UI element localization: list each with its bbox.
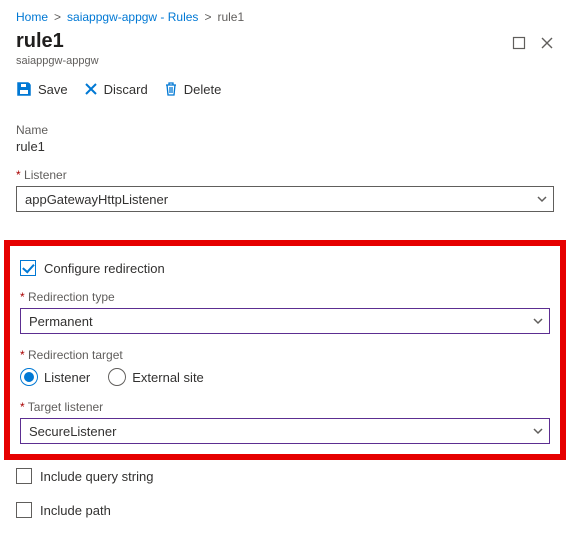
breadcrumb-separator: > — [54, 10, 61, 24]
chevron-down-icon — [533, 426, 543, 436]
target-external-radio[interactable]: External site — [108, 368, 204, 386]
discard-icon — [84, 82, 98, 96]
page-title: rule1 — [16, 30, 99, 53]
toolbar: Save Discard Delete — [0, 67, 570, 107]
redirection-section: Configure redirection Redirection type P… — [4, 240, 566, 460]
listener-select[interactable]: appGatewayHttpListener — [16, 186, 554, 212]
listener-select-value: appGatewayHttpListener — [25, 192, 168, 207]
delete-label: Delete — [184, 82, 222, 97]
name-label: Name — [16, 123, 554, 137]
breadcrumb-parent[interactable]: saiappgw-appgw - Rules — [67, 10, 198, 24]
target-listener-radio-label: Listener — [44, 370, 90, 385]
save-label: Save — [38, 82, 68, 97]
radio-dot-icon — [108, 368, 126, 386]
include-path-label: Include path — [40, 503, 111, 518]
redirection-target-label: Redirection target — [20, 348, 550, 362]
include-path-checkbox[interactable] — [16, 502, 32, 518]
close-icon[interactable] — [540, 36, 554, 50]
breadcrumb: Home > saiappgw-appgw - Rules > rule1 — [0, 0, 570, 28]
redirection-type-value: Permanent — [29, 314, 93, 329]
save-button[interactable]: Save — [16, 81, 68, 97]
include-query-checkbox[interactable] — [16, 468, 32, 484]
breadcrumb-separator: > — [204, 10, 211, 24]
chevron-down-icon — [533, 316, 543, 326]
listener-label: Listener — [16, 168, 554, 182]
discard-button[interactable]: Discard — [84, 82, 148, 97]
target-listener-select[interactable]: SecureListener — [20, 418, 550, 444]
redirection-type-label: Redirection type — [20, 290, 550, 304]
configure-redirection-label: Configure redirection — [44, 261, 165, 276]
target-external-radio-label: External site — [132, 370, 204, 385]
chevron-down-icon — [537, 194, 547, 204]
breadcrumb-current: rule1 — [217, 10, 244, 24]
name-value: rule1 — [16, 139, 554, 154]
discard-label: Discard — [104, 82, 148, 97]
delete-button[interactable]: Delete — [164, 81, 222, 97]
save-icon — [16, 81, 32, 97]
configure-redirection-checkbox[interactable] — [20, 260, 36, 276]
redirection-type-select[interactable]: Permanent — [20, 308, 550, 334]
target-listener-value: SecureListener — [29, 424, 116, 439]
radio-dot-icon — [20, 368, 38, 386]
restore-window-icon[interactable] — [512, 36, 526, 50]
page-subtitle: saiappgw-appgw — [16, 55, 99, 67]
include-query-label: Include query string — [40, 469, 153, 484]
target-listener-label: Target listener — [20, 400, 550, 414]
target-listener-radio[interactable]: Listener — [20, 368, 90, 386]
breadcrumb-home[interactable]: Home — [16, 10, 48, 24]
delete-icon — [164, 81, 178, 97]
